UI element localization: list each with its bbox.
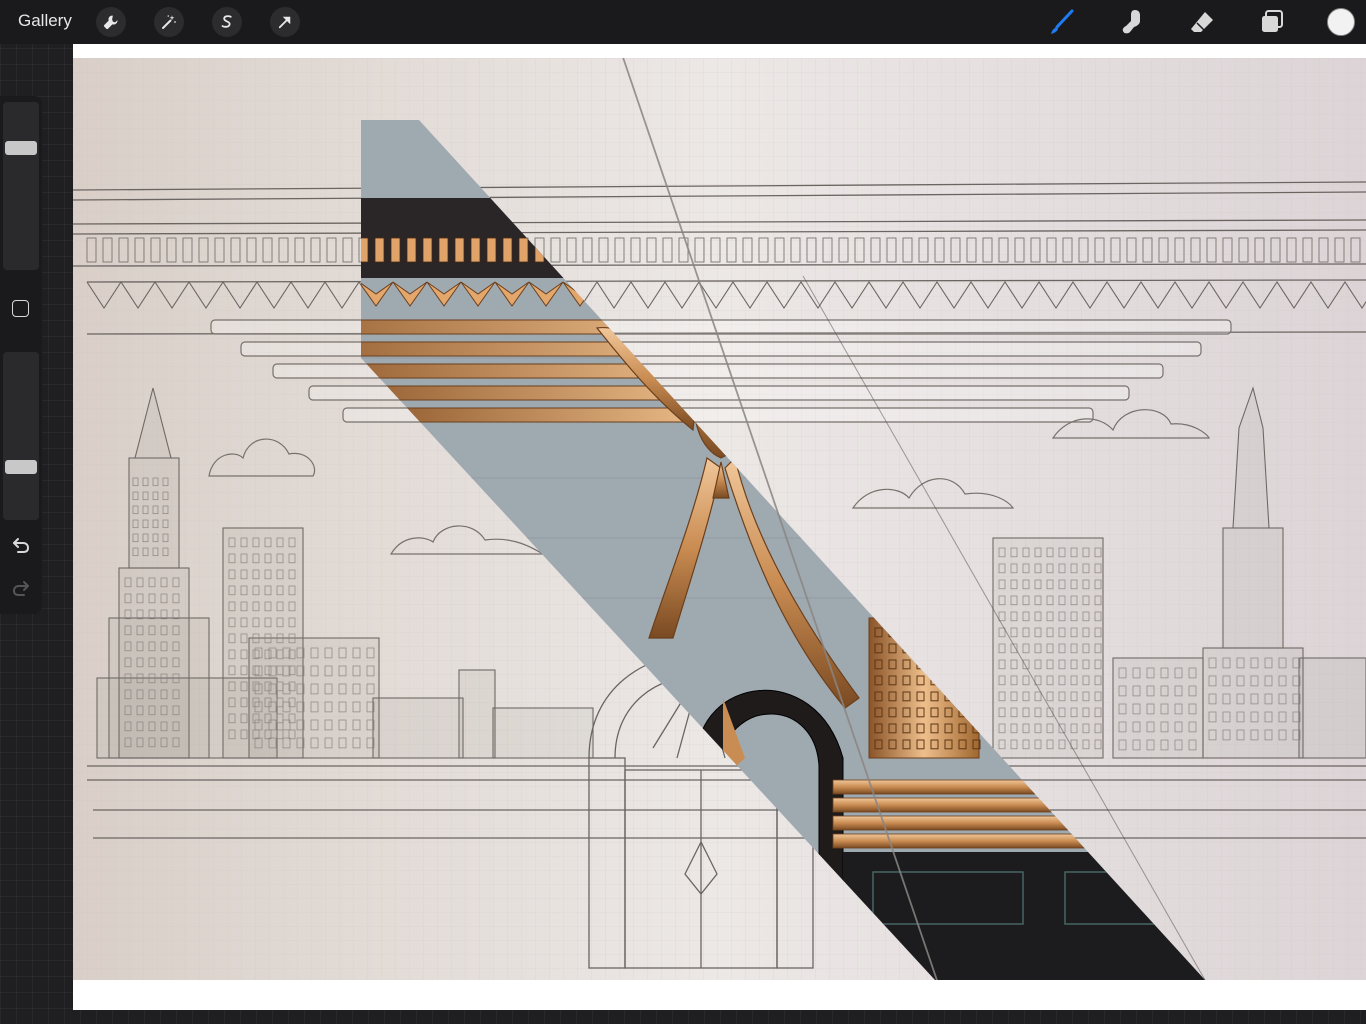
layers-icon (1262, 10, 1283, 32)
actions-button[interactable] (96, 7, 126, 37)
eraser-button[interactable] (1186, 6, 1218, 38)
side-toolbar (0, 96, 42, 614)
transform-arrow-icon (278, 16, 291, 29)
layers-button[interactable] (1256, 6, 1288, 38)
redo-icon[interactable] (10, 577, 32, 599)
smudge-button[interactable] (1116, 6, 1148, 38)
brush-button[interactable] (1046, 6, 1078, 38)
undo-icon[interactable] (10, 534, 32, 556)
eraser-icon (1191, 12, 1213, 32)
brush-size-slider[interactable] (3, 102, 39, 270)
adjustments-button[interactable] (154, 7, 184, 37)
wrench-icon (103, 15, 118, 30)
selection-button[interactable] (212, 7, 242, 37)
selection-s-icon (221, 15, 232, 28)
transform-button[interactable] (270, 7, 300, 37)
drawing-canvas[interactable] (73, 44, 1366, 1010)
top-toolbar: Gallery (0, 0, 1366, 44)
brush-size-thumb[interactable] (5, 141, 37, 155)
brush-opacity-slider[interactable] (3, 352, 39, 520)
modify-square-icon[interactable] (12, 300, 29, 317)
brush-icon (1051, 9, 1074, 34)
brush-opacity-thumb[interactable] (5, 460, 37, 474)
magic-wand-icon (162, 15, 176, 29)
color-picker-button[interactable] (1327, 8, 1355, 36)
smudge-icon (1122, 10, 1140, 34)
artwork-image (73, 58, 1366, 980)
gallery-button[interactable]: Gallery (18, 11, 72, 31)
